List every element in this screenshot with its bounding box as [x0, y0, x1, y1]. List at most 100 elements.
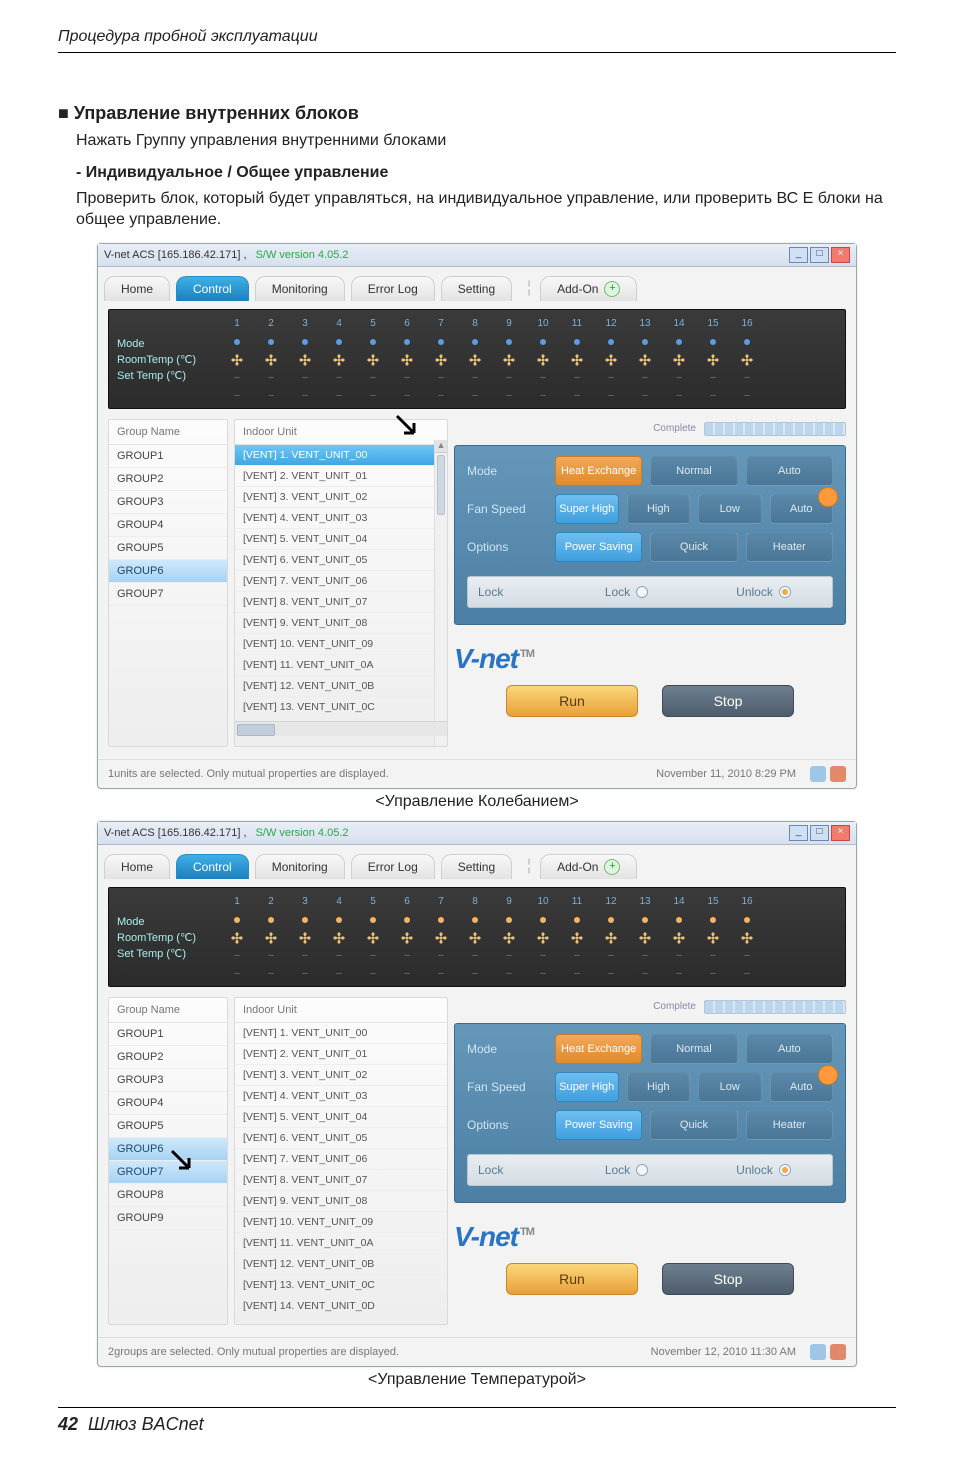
- group-item[interactable]: GROUP7: [109, 1161, 227, 1184]
- group-item[interactable]: GROUP8: [109, 1184, 227, 1207]
- fan-low-button[interactable]: Low: [698, 494, 762, 524]
- window-close-button[interactable]: ×: [831, 247, 850, 263]
- opt-heater-button[interactable]: Heater: [746, 532, 833, 562]
- unlock-button[interactable]: Unlock: [695, 585, 832, 599]
- group-item[interactable]: GROUP2: [109, 1046, 227, 1069]
- tab-home[interactable]: Home: [104, 854, 170, 879]
- group-item[interactable]: GROUP4: [109, 514, 227, 537]
- window-minimize-button[interactable]: _: [789, 825, 808, 841]
- footer-icon-a[interactable]: [810, 1344, 826, 1360]
- tab-setting[interactable]: Setting: [441, 276, 512, 301]
- unit-item[interactable]: [VENT] 10. VENT_UNIT_09: [235, 634, 447, 655]
- tab-control[interactable]: Control: [176, 276, 249, 301]
- fan-superhigh-button[interactable]: Super High: [555, 494, 619, 524]
- group-item[interactable]: GROUP6: [109, 1138, 227, 1161]
- unit-item[interactable]: [VENT] 9. VENT_UNIT_08: [235, 613, 447, 634]
- group-item[interactable]: GROUP6: [109, 560, 227, 583]
- unit-item[interactable]: [VENT] 9. VENT_UNIT_08: [235, 1191, 447, 1212]
- status-dot: [325, 917, 353, 923]
- tab-addon[interactable]: Add-On+: [540, 276, 637, 301]
- tab-setting[interactable]: Setting: [441, 854, 512, 879]
- stop-button[interactable]: Stop: [662, 1263, 794, 1295]
- lock-button[interactable]: Lock: [558, 1163, 695, 1177]
- mode-heat-exchange-button[interactable]: Heat Exchange: [555, 1034, 642, 1064]
- unit-item[interactable]: [VENT] 12. VENT_UNIT_0B: [235, 1254, 447, 1275]
- footer-icon-b[interactable]: [830, 766, 846, 782]
- group-item[interactable]: GROUP1: [109, 1023, 227, 1046]
- fan-high-button[interactable]: High: [627, 494, 691, 524]
- unit-item[interactable]: [VENT] 5. VENT_UNIT_04: [235, 529, 447, 550]
- fan-auto-button[interactable]: Auto: [770, 494, 834, 524]
- mode-auto-button[interactable]: Auto: [746, 456, 833, 486]
- opt-quick-button[interactable]: Quick: [650, 1110, 737, 1140]
- unit-item[interactable]: [VENT] 2. VENT_UNIT_01: [235, 1044, 447, 1065]
- unit-item[interactable]: [VENT] 7. VENT_UNIT_06: [235, 571, 447, 592]
- opt-quick-button[interactable]: Quick: [650, 532, 737, 562]
- group-item[interactable]: GROUP1: [109, 445, 227, 468]
- tab-monitoring[interactable]: Monitoring: [255, 854, 345, 879]
- footer-icon-a[interactable]: [810, 766, 826, 782]
- unit-item[interactable]: [VENT] 13. VENT_UNIT_0C: [235, 1275, 447, 1296]
- lock-button[interactable]: Lock: [558, 585, 695, 599]
- unit-item[interactable]: [VENT] 6. VENT_UNIT_05: [235, 1128, 447, 1149]
- group-item[interactable]: GROUP4: [109, 1092, 227, 1115]
- group-item[interactable]: GROUP5: [109, 1115, 227, 1138]
- tab-errorlog[interactable]: Error Log: [351, 276, 435, 301]
- unit-item[interactable]: [VENT] 14. VENT_UNIT_0D: [235, 1296, 447, 1313]
- unit-item[interactable]: [VENT] 4. VENT_UNIT_03: [235, 508, 447, 529]
- tab-control[interactable]: Control: [176, 854, 249, 879]
- mode-normal-button[interactable]: Normal: [650, 456, 737, 486]
- unit-item[interactable]: [VENT] 10. VENT_UNIT_09: [235, 1212, 447, 1233]
- run-button[interactable]: Run: [506, 685, 638, 717]
- mode-normal-button[interactable]: Normal: [650, 1034, 737, 1064]
- unit-item[interactable]: [VENT] 12. VENT_UNIT_0B: [235, 676, 447, 697]
- scroll-up-icon[interactable]: ▲: [435, 440, 447, 453]
- group-item[interactable]: GROUP5: [109, 537, 227, 560]
- mode-auto-button[interactable]: Auto: [746, 1034, 833, 1064]
- opt-power-saving-button[interactable]: Power Saving: [555, 1110, 642, 1140]
- window-close-button[interactable]: ×: [831, 825, 850, 841]
- window-minimize-button[interactable]: _: [789, 247, 808, 263]
- unit-item[interactable]: [VENT] 1. VENT_UNIT_00: [235, 445, 447, 466]
- footer-icon-b[interactable]: [830, 1344, 846, 1360]
- fan-auto-button[interactable]: Auto: [770, 1072, 834, 1102]
- fan-superhigh-button[interactable]: Super High: [555, 1072, 619, 1102]
- unit-scrollbar[interactable]: ▲: [434, 440, 447, 746]
- opt-power-saving-button[interactable]: Power Saving: [555, 532, 642, 562]
- unit-item[interactable]: [VENT] 11. VENT_UNIT_0A: [235, 655, 447, 676]
- group-item[interactable]: GROUP9: [109, 1207, 227, 1230]
- unit-item[interactable]: [VENT] 1. VENT_UNIT_00: [235, 1023, 447, 1044]
- unit-item[interactable]: [VENT] 3. VENT_UNIT_02: [235, 487, 447, 508]
- unit-item[interactable]: [VENT] 3. VENT_UNIT_02: [235, 1065, 447, 1086]
- unit-item[interactable]: [VENT] 7. VENT_UNIT_06: [235, 1149, 447, 1170]
- unit-hslider[interactable]: [235, 721, 447, 736]
- unlock-button[interactable]: Unlock: [695, 1163, 832, 1177]
- hslider-thumb[interactable]: [237, 724, 275, 736]
- unit-item[interactable]: [VENT] 8. VENT_UNIT_07: [235, 1170, 447, 1191]
- unit-item[interactable]: [VENT] 5. VENT_UNIT_04: [235, 1107, 447, 1128]
- tab-errorlog[interactable]: Error Log: [351, 854, 435, 879]
- unit-item[interactable]: [VENT] 13. VENT_UNIT_0C: [235, 697, 447, 718]
- group-item[interactable]: GROUP3: [109, 1069, 227, 1092]
- run-button[interactable]: Run: [506, 1263, 638, 1295]
- unit-item[interactable]: [VENT] 4. VENT_UNIT_03: [235, 1086, 447, 1107]
- tab-addon[interactable]: Add-On+: [540, 854, 637, 879]
- window-maximize-button[interactable]: □: [810, 825, 829, 841]
- unit-item[interactable]: [VENT] 8. VENT_UNIT_07: [235, 592, 447, 613]
- stop-button[interactable]: Stop: [662, 685, 794, 717]
- tab-home[interactable]: Home: [104, 276, 170, 301]
- window-maximize-button[interactable]: □: [810, 247, 829, 263]
- tab-monitoring[interactable]: Monitoring: [255, 276, 345, 301]
- fan-high-button[interactable]: High: [627, 1072, 691, 1102]
- page-number: 42: [58, 1414, 78, 1435]
- scroll-thumb[interactable]: [437, 455, 445, 515]
- group-item[interactable]: GROUP7: [109, 583, 227, 606]
- fan-low-button[interactable]: Low: [698, 1072, 762, 1102]
- unit-item[interactable]: [VENT] 2. VENT_UNIT_01: [235, 466, 447, 487]
- mode-heat-exchange-button[interactable]: Heat Exchange: [555, 456, 642, 486]
- unit-item[interactable]: [VENT] 11. VENT_UNIT_0A: [235, 1233, 447, 1254]
- opt-heater-button[interactable]: Heater: [746, 1110, 833, 1140]
- unit-item[interactable]: [VENT] 6. VENT_UNIT_05: [235, 550, 447, 571]
- group-item[interactable]: GROUP2: [109, 468, 227, 491]
- group-item[interactable]: GROUP3: [109, 491, 227, 514]
